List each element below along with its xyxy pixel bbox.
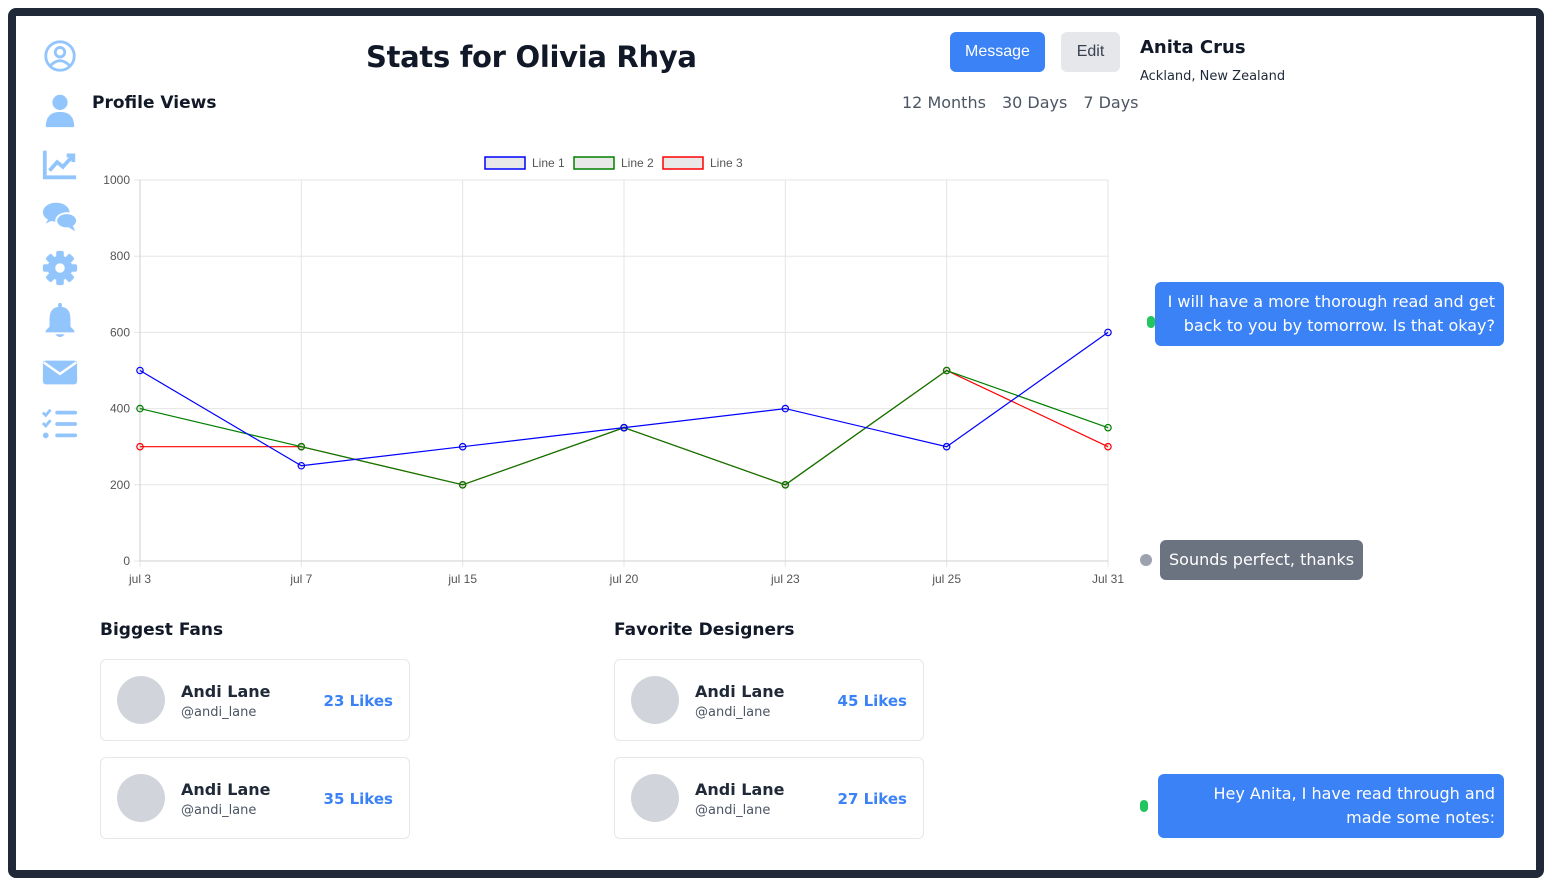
data-point (136, 404, 144, 413)
range-tab-7-days[interactable]: 7 Days (1083, 93, 1138, 112)
fan-likes[interactable]: 23 Likes (324, 692, 393, 710)
message-bubble: I will have a more thorough read and get… (1155, 282, 1504, 346)
legend-swatch (484, 156, 526, 170)
range-tab-30-days[interactable]: 30 Days (1002, 93, 1067, 112)
x-tick-label: jul 15 (447, 572, 477, 586)
x-tick-label: jul 20 (609, 572, 639, 586)
data-point (942, 366, 951, 375)
designer-handle: @andi_lane (695, 705, 771, 720)
online-status-dot (1140, 800, 1148, 812)
fan-name: Andi Lane (181, 780, 271, 799)
legend-swatch (573, 156, 615, 170)
x-tick-label: jul 3 (128, 572, 151, 586)
designer-card[interactable]: Andi Lane @andi_lane 45 Likes (614, 659, 924, 741)
data-point (1104, 423, 1112, 432)
y-tick-label: 1000 (103, 173, 130, 187)
designer-likes[interactable]: 27 Likes (838, 790, 907, 808)
x-tick-label: jul 23 (770, 572, 800, 586)
fan-name: Andi Lane (181, 682, 271, 701)
avatar (631, 774, 679, 822)
legend-label: Line 3 (710, 156, 743, 170)
data-point (620, 423, 628, 432)
avatar (117, 676, 165, 724)
avatar (631, 676, 679, 724)
page-title: Stats for Olivia Rhya (366, 40, 697, 74)
envelope-icon[interactable] (40, 352, 80, 392)
x-tick-label: Jul 31 (1092, 572, 1124, 586)
online-status-dot (1147, 316, 1155, 328)
offline-status-dot (1140, 554, 1152, 566)
designer-name: Andi Lane (695, 780, 785, 799)
contact-name: Anita Crus (1140, 37, 1246, 58)
range-tab-12-months[interactable]: 12 Months (902, 93, 986, 112)
profile-views-title: Profile Views (92, 93, 217, 113)
legend-label: Line 2 (621, 156, 654, 170)
data-point (942, 442, 951, 451)
y-tick-label: 400 (110, 402, 130, 416)
y-tick-label: 200 (110, 478, 130, 492)
legend-label: Line 1 (532, 156, 565, 170)
data-point (1104, 442, 1112, 451)
designer-handle: @andi_lane (695, 803, 771, 818)
biggest-fans-title: Biggest Fans (100, 620, 224, 640)
profile-views-chart: 0 200 400 600 800 1000 jul 3 jul 7 jul 15 jul 20 j… (76, 140, 1136, 590)
designer-name: Andi Lane (695, 682, 785, 701)
fan-card[interactable]: Andi Lane @andi_lane 35 Likes (100, 757, 410, 839)
fan-handle: @andi_lane (181, 705, 257, 720)
edit-button[interactable]: Edit (1061, 32, 1120, 72)
list-check-icon[interactable] (40, 404, 80, 444)
comments-icon[interactable] (40, 196, 80, 236)
user-icon[interactable] (40, 90, 80, 130)
designer-card[interactable]: Andi Lane @andi_lane 27 Likes (614, 757, 924, 839)
data-point (297, 442, 306, 451)
range-tabs: 12 Months 30 Days 7 Days (902, 93, 1139, 112)
fan-likes[interactable]: 35 Likes (324, 790, 393, 808)
y-tick-label: 0 (123, 554, 130, 568)
data-point (136, 442, 144, 451)
chart-line-icon[interactable] (40, 144, 80, 184)
gear-icon[interactable] (40, 248, 80, 288)
legend-swatch (662, 156, 704, 170)
designer-likes[interactable]: 45 Likes (838, 692, 907, 710)
bell-icon[interactable] (40, 300, 80, 340)
y-tick-label: 600 (110, 325, 130, 339)
data-point (297, 461, 306, 470)
avatar (117, 774, 165, 822)
data-point (458, 480, 467, 489)
message-bubble: Hey Anita, I have read through and made … (1158, 774, 1504, 838)
fan-handle: @andi_lane (181, 803, 257, 818)
data-point (136, 366, 144, 375)
user-circle-icon[interactable] (40, 36, 80, 76)
data-point (781, 404, 790, 413)
fan-card[interactable]: Andi Lane @andi_lane 23 Likes (100, 659, 410, 741)
data-point (781, 480, 790, 489)
x-tick-label: jul 25 (931, 572, 961, 586)
message-button[interactable]: Message (950, 32, 1045, 72)
profile-views-chart-svg: 0 200 400 600 800 1000 jul 3 jul 7 jul 15 jul 20 j… (103, 156, 1124, 586)
x-tick-label: jul 7 (289, 572, 312, 586)
contact-location: Ackland, New Zealand (1140, 69, 1286, 84)
data-point (458, 442, 467, 451)
favorite-designers-title: Favorite Designers (614, 620, 795, 640)
y-tick-label: 800 (110, 249, 130, 263)
message-bubble: Sounds perfect, thanks (1160, 540, 1364, 580)
data-point (1104, 328, 1112, 337)
